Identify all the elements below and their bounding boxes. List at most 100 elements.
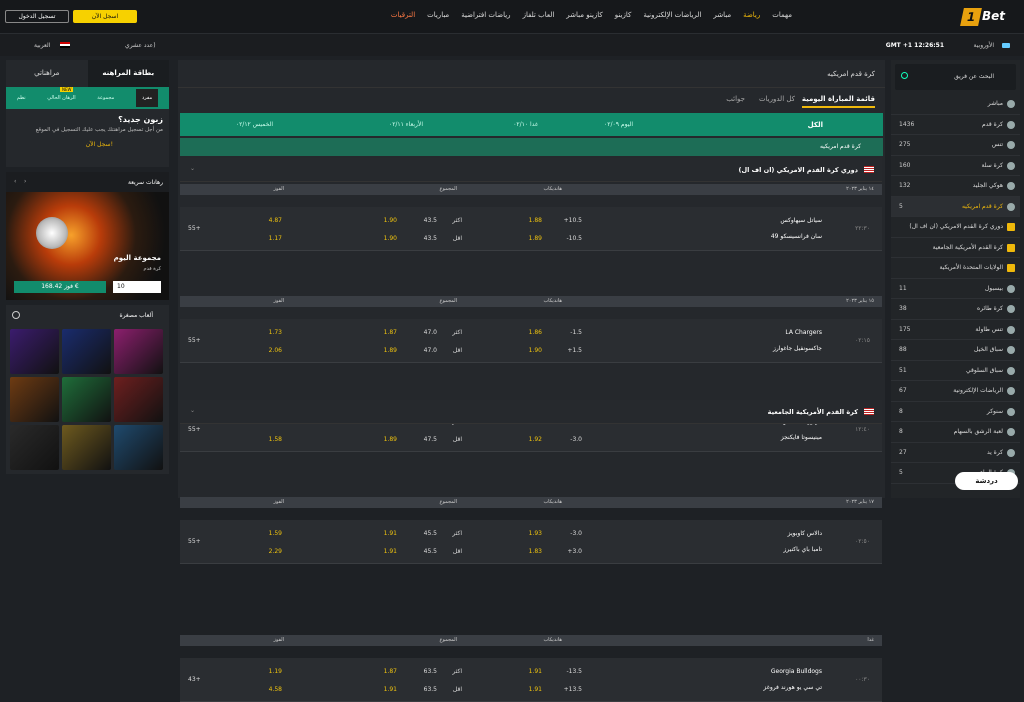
nav-virtual[interactable]: رياضات افتراضية [461, 11, 510, 19]
total-odd[interactable]: 1.87 [384, 329, 397, 336]
win-odd-home[interactable]: 1.19 [269, 668, 282, 675]
win-odd-home[interactable]: 1.59 [269, 530, 282, 537]
tab-betslip[interactable]: بطاقة المراهنه [87, 60, 169, 87]
chevron-down-icon[interactable]: ⌄ [190, 165, 195, 172]
match-row[interactable]: ٠٢:٥٠ دالاس كاوبويز تامبا باي باكنيرز -3… [180, 520, 882, 564]
team-search[interactable]: البحث عن فريق [895, 64, 1016, 90]
win-odd-home[interactable]: 1.73 [269, 329, 282, 336]
odds-format-select[interactable]: الأوروبية [974, 42, 994, 49]
sidebar-sport-item[interactable]: لعبة الرشق بالسهام 8 [891, 422, 1020, 443]
sidebar-sport-item[interactable]: سنوكر 8 [891, 402, 1020, 422]
chat-button[interactable]: دردشة [955, 472, 1018, 490]
tab-my-bets[interactable]: مراهناتي [6, 60, 88, 87]
mini-game-tile[interactable] [10, 377, 59, 422]
sidebar-sport-item[interactable]: كرة قدم 1436 [891, 115, 1020, 135]
league-header[interactable]: كرة القدم الأمريكية الجامعية ⌄ [180, 400, 882, 424]
total-odd[interactable]: 1.91 [384, 548, 397, 555]
more-markets-button[interactable]: 55+ [188, 225, 201, 232]
language-select[interactable]: العربية [34, 42, 50, 49]
sidebar-sport-item[interactable]: الولايات المتحدة الأمريكية [891, 258, 1020, 279]
filter-all[interactable]: الكل [808, 121, 823, 129]
subtab-system[interactable]: نظم [17, 95, 26, 101]
nav-live-casino[interactable]: كازينو مباشر [566, 11, 602, 19]
sidebar-sport-item[interactable]: كرة يد 27 [891, 443, 1020, 463]
filter-wed[interactable]: الأربعاء ٠٢/١١ [389, 121, 423, 128]
sidebar-sport-item[interactable]: سباق الخيل 88 [891, 340, 1020, 361]
mini-game-tile[interactable] [10, 329, 59, 374]
match-row[interactable]: ٠٢:١٥ LA Chargers جاكسونفيل جاغوارز -1.5… [180, 319, 882, 363]
total-odd[interactable]: 1.91 [384, 530, 397, 537]
register-button[interactable]: اسجل الآن [73, 10, 137, 23]
hc-odd[interactable]: 1.88 [529, 217, 542, 224]
tab-outrights[interactable]: جوائب [726, 95, 745, 103]
more-markets-button[interactable]: 55+ [188, 426, 201, 433]
mini-game-tile[interactable] [114, 425, 163, 470]
win-odd-away[interactable]: 2.29 [269, 548, 282, 555]
more-markets-button[interactable]: 43+ [188, 676, 201, 683]
hc-odd[interactable]: 1.86 [529, 329, 542, 336]
league-header[interactable]: دوري كرة القدم الامريكي (ان اف ال) ⌄ [180, 158, 882, 182]
search-input[interactable]: البحث عن فريق [954, 73, 994, 80]
sidebar-sport-item[interactable]: الرياضات الإلكترونية 67 [891, 381, 1020, 402]
nav-esports[interactable]: الرياضات الإلكترونية [643, 11, 701, 19]
search-icon[interactable] [901, 72, 908, 79]
sidebar-sport-item[interactable]: كرة طائره 38 [891, 299, 1020, 320]
subtab-current[interactable]: الرهان الحالي [47, 95, 75, 101]
total-odd[interactable]: 1.90 [384, 217, 397, 224]
sidebar-sport-item[interactable]: كرة سلة 160 [891, 156, 1020, 176]
filter-today[interactable]: اليوم ٠٢/٠٩ [604, 121, 633, 128]
filter-tomorrow[interactable]: غدا ٠٢/١٠ [513, 121, 538, 128]
stake-input[interactable]: 10 [113, 281, 161, 293]
win-odd-away[interactable]: 1.58 [269, 436, 282, 443]
filter-thu[interactable]: الخميس ٠٢/١٢ [236, 121, 273, 128]
total-odd[interactable]: 1.89 [384, 436, 397, 443]
tab-leagues[interactable]: كل الدوريات [759, 95, 795, 103]
more-markets-button[interactable]: 55+ [188, 538, 201, 545]
tab-daily[interactable]: قائمة المباراة اليومية [801, 95, 875, 108]
sidebar-sport-item[interactable]: كرة القدم الأمريكية الجامعية [891, 238, 1020, 258]
sidebar-sport-item[interactable]: تنس 275 [891, 135, 1020, 156]
win-odd-away[interactable]: 1.17 [269, 235, 282, 242]
nav-promotions[interactable]: الترقيات [391, 11, 415, 19]
sidebar-sport-item[interactable]: كرة قدم امريكيه 5 [891, 196, 1020, 217]
odds-type-select[interactable]: عدد عشري) [125, 42, 156, 49]
nav-tv-games[interactable]: العاب تلفاز [523, 11, 555, 19]
win-odd-home[interactable]: 4.87 [269, 217, 282, 224]
mini-game-tile[interactable] [114, 377, 163, 422]
match-row[interactable]: ٠٠:٣٠ Georgia Bulldogs تي سي يو هورند فر… [180, 658, 882, 702]
login-button[interactable]: تسجيل الدخول [5, 10, 69, 23]
chevron-down-icon[interactable]: ⌄ [190, 407, 195, 414]
hc-odd[interactable]: 1.83 [529, 548, 542, 555]
total-odd[interactable]: 1.90 [384, 235, 397, 242]
win-odd-away[interactable]: 4.58 [269, 686, 282, 693]
hc-odd[interactable]: 1.89 [529, 235, 542, 242]
total-odd[interactable]: 1.89 [384, 347, 397, 354]
sidebar-sport-item[interactable]: هوكي الجليد 132 [891, 176, 1020, 197]
mini-game-tile[interactable] [62, 377, 111, 422]
subtab-single[interactable]: مفرد [135, 89, 159, 107]
brand-logo[interactable]: 1 Bet [960, 8, 1014, 26]
nav-casino[interactable]: كازينو [615, 11, 632, 19]
mini-game-tile[interactable] [62, 425, 111, 470]
sidebar-sport-item[interactable]: بيسبول 11 [891, 279, 1020, 299]
subtab-express[interactable]: مجموعة [97, 95, 114, 101]
mini-game-tile[interactable] [10, 425, 59, 470]
nav-sports[interactable]: رياضة [743, 11, 760, 19]
hc-odd[interactable]: 1.92 [529, 436, 542, 443]
prev-arrow-icon[interactable]: ‹ [14, 178, 16, 185]
sidebar-sport-item[interactable]: سباق السلوقي 51 [891, 361, 1020, 381]
more-markets-button[interactable]: 55+ [188, 337, 201, 344]
mini-game-tile[interactable] [114, 329, 163, 374]
total-odd[interactable]: 1.91 [384, 686, 397, 693]
sidebar-sport-item[interactable]: دوري كرة القدم الامريكي (ان اف ال) [891, 217, 1020, 238]
hc-odd[interactable]: 1.91 [529, 668, 542, 675]
register-link[interactable]: سجل الآن! [12, 141, 113, 148]
hc-odd[interactable]: 1.90 [529, 347, 542, 354]
nav-live[interactable]: مباشر [713, 11, 731, 19]
match-row[interactable]: ٢٢:٣٠ سياتل سيهاوكس سان فرانسيسكو 49 +10… [180, 207, 882, 251]
hc-odd[interactable]: 1.91 [529, 686, 542, 693]
sidebar-sport-item[interactable]: مباشر [891, 94, 1020, 115]
more-icon[interactable] [12, 311, 20, 319]
win-odd-away[interactable]: 2.06 [269, 347, 282, 354]
sidebar-sport-item[interactable]: تنس طاولة 175 [891, 320, 1020, 340]
